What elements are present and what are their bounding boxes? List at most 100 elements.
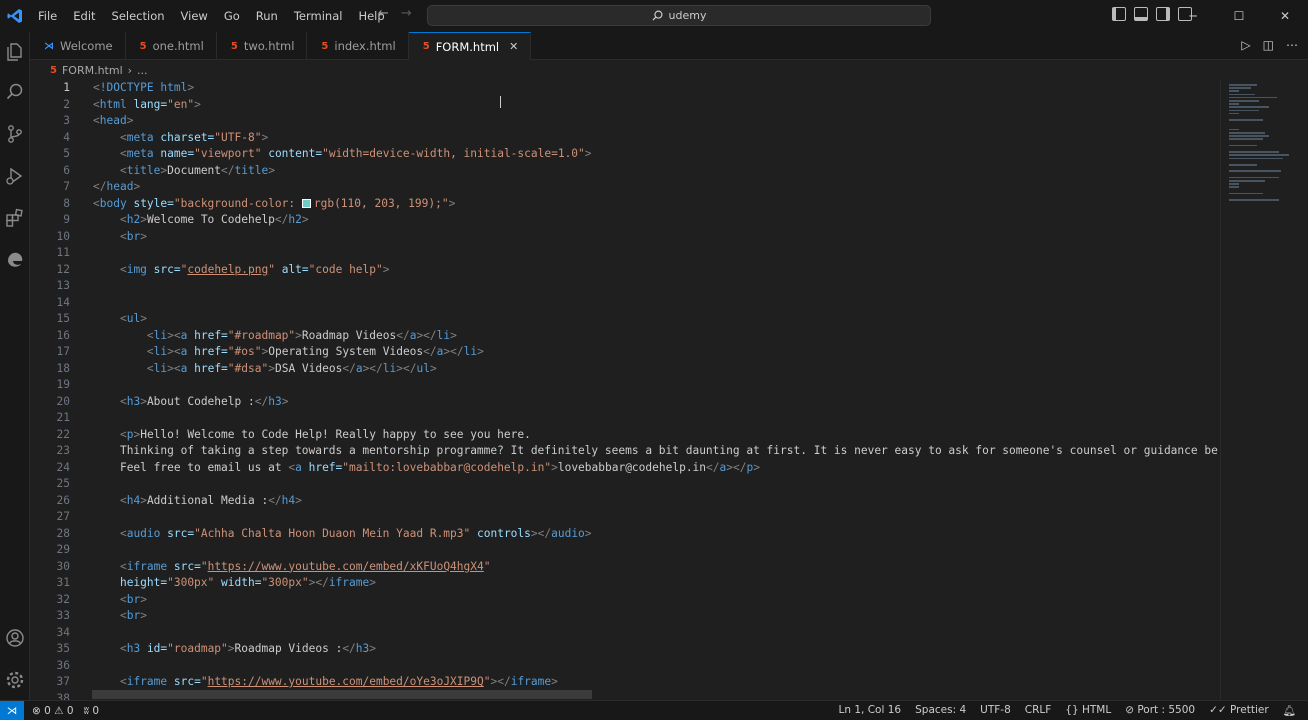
code-line: 6 <title>Document</title> xyxy=(63,163,275,177)
minimap-line xyxy=(1229,90,1239,92)
code-line: 11 xyxy=(56,246,70,259)
split-editor-icon[interactable]: ◫ xyxy=(1263,38,1274,52)
code-line: 8 <body style="background-color: rgb(110,… xyxy=(63,196,456,210)
extensions-icon[interactable] xyxy=(0,198,30,238)
code-line: 12 <img src="codehelp.png" alt="code hel… xyxy=(56,262,390,276)
minimap-line xyxy=(1229,164,1257,166)
menu-bar: File Edit Selection View Go Run Terminal… xyxy=(30,0,393,32)
toggle-panel-icon[interactable] xyxy=(1134,7,1148,21)
code-line: 35 <h3 id="roadmap">Roadmap Videos :</h3… xyxy=(56,642,377,655)
close-window-icon[interactable]: ✕ xyxy=(1262,0,1308,32)
code-line: 17 <li><a href="#os">Operating System Vi… xyxy=(56,345,484,358)
close-tab-icon[interactable]: ✕ xyxy=(509,40,518,53)
code-line: 30 <iframe src="https://www.youtube.com/… xyxy=(56,559,491,573)
back-arrow-icon[interactable]: ← xyxy=(378,6,389,21)
chevron-right-icon: › xyxy=(127,63,133,77)
manage-gear-icon[interactable] xyxy=(0,660,30,700)
tab-label: Welcome xyxy=(60,39,113,53)
code-line: 13 xyxy=(56,279,70,292)
search-sidebar-icon[interactable] xyxy=(0,72,30,112)
editor-actions: ▷ ◫ ⋯ xyxy=(1241,38,1298,52)
tab-welcome[interactable]: ⋊ Welcome xyxy=(30,32,126,60)
tab-index-html[interactable]: 5 index.html xyxy=(307,32,409,60)
code-line: 22 <p>Hello! Welcome to Code Help! Reall… xyxy=(56,427,531,441)
code-line: 2 <html lang="en"> xyxy=(63,97,201,111)
menu-view[interactable]: View xyxy=(173,9,216,23)
code-line: 5 <meta name="viewport" content="width=d… xyxy=(63,147,592,160)
minimap-line xyxy=(1229,135,1269,137)
title-bar: File Edit Selection View Go Run Terminal… xyxy=(0,0,1308,32)
code-line: 16 <li><a href="#roadmap">Roadmap Videos… xyxy=(56,328,457,342)
menu-file[interactable]: File xyxy=(30,9,65,23)
code-line: 3 <head> xyxy=(63,114,134,127)
code-line: 9 <h2>Welcome To Codehelp</h2> xyxy=(63,213,309,226)
minimap-line xyxy=(1229,138,1263,140)
source-control-icon[interactable] xyxy=(0,114,30,154)
code-editor[interactable]: 1 <!DOCTYPE html> 2 <html lang="en"> 3 <hea… xyxy=(30,80,1220,700)
code-line: 18 <li><a href="#dsa">DSA Videos</a></li… xyxy=(56,361,437,375)
live-server-port[interactable]: ⊘ Port : 5500 xyxy=(1125,704,1195,717)
edge-browser-icon[interactable] xyxy=(0,240,30,280)
cursor-position[interactable]: Ln 1, Col 16 xyxy=(839,704,902,717)
minimap-line xyxy=(1229,199,1279,201)
prettier-status[interactable]: ✓✓ Prettier xyxy=(1209,704,1269,717)
code-line: 20 <h3>About Codehelp :</h3> xyxy=(56,394,289,408)
minimap[interactable] xyxy=(1220,80,1300,700)
accounts-icon[interactable] xyxy=(0,618,30,658)
tab-one-html[interactable]: 5 one.html xyxy=(126,32,217,60)
html5-icon: 5 xyxy=(50,64,57,76)
status-bar: ⋊ ⊗ 0 ⚠ 0 ʬ 0 Ln 1, Col 16 Spaces: 4 UTF… xyxy=(0,700,1308,720)
html5-icon: 5 xyxy=(230,40,238,52)
run-icon[interactable]: ▷ xyxy=(1241,38,1250,52)
minimap-line xyxy=(1229,154,1289,156)
minimap-line xyxy=(1229,176,1279,179)
minimap-line xyxy=(1229,87,1251,89)
minimap-line xyxy=(1229,186,1239,188)
breadcrumb-rest[interactable]: ... xyxy=(137,64,148,77)
forward-arrow-icon[interactable]: → xyxy=(401,6,412,21)
menu-terminal[interactable]: Terminal xyxy=(286,9,351,23)
code-line: 33 <br> xyxy=(56,609,147,622)
minimap-line xyxy=(1229,93,1255,96)
menu-selection[interactable]: Selection xyxy=(104,9,173,23)
problems-indicator[interactable]: ⊗ 0 ⚠ 0 xyxy=(32,705,74,717)
minimap-line xyxy=(1229,119,1263,121)
remote-indicator-icon[interactable]: ⋊ xyxy=(0,700,24,720)
html5-icon: 5 xyxy=(139,40,147,52)
code-line: 34 xyxy=(56,625,70,639)
navigation-arrows: ← → xyxy=(378,6,412,21)
code-line: 14 xyxy=(56,295,70,309)
vscode-logo-icon xyxy=(0,0,30,32)
breadcrumb: 5 FORM.html › ... xyxy=(30,60,1308,80)
horizontal-scrollbar[interactable] xyxy=(92,690,592,699)
more-actions-icon[interactable]: ⋯ xyxy=(1286,38,1298,52)
explorer-icon[interactable] xyxy=(0,32,30,72)
vscode-icon: ⋊ xyxy=(44,40,54,52)
command-center-search[interactable]: udemy xyxy=(427,5,931,26)
encoding[interactable]: UTF-8 xyxy=(980,704,1011,717)
menu-edit[interactable]: Edit xyxy=(65,9,103,23)
end-of-line[interactable]: CRLF xyxy=(1025,704,1052,717)
language-mode[interactable]: {} HTML xyxy=(1065,704,1111,717)
code-line: 19 xyxy=(56,378,70,391)
minimize-icon[interactable]: ─ xyxy=(1170,0,1216,32)
menu-run[interactable]: Run xyxy=(248,9,286,23)
indentation[interactable]: Spaces: 4 xyxy=(915,704,966,717)
code-line: 1 <!DOCTYPE html> xyxy=(30,80,1220,97)
toggle-secondary-sidebar-icon[interactable] xyxy=(1156,7,1170,21)
color-swatch[interactable] xyxy=(301,198,311,208)
maximize-icon[interactable]: ☐ xyxy=(1216,0,1262,32)
activity-bar xyxy=(0,32,30,700)
minimap-line xyxy=(1229,109,1259,112)
menu-go[interactable]: Go xyxy=(216,9,248,23)
run-debug-icon[interactable] xyxy=(0,156,30,196)
tab-two-html[interactable]: 5 two.html xyxy=(217,32,308,60)
window-controls: ─ ☐ ✕ xyxy=(1170,0,1308,32)
notifications-bell-icon[interactable]: 🔔︎ xyxy=(1283,704,1296,717)
breadcrumb-file[interactable]: FORM.html xyxy=(62,64,123,77)
toggle-primary-sidebar-icon[interactable] xyxy=(1112,7,1126,21)
minimap-line xyxy=(1229,96,1277,99)
ports-indicator[interactable]: ʬ 0 xyxy=(84,705,99,717)
tab-form-html[interactable]: 5 FORM.html ✕ xyxy=(408,32,532,60)
minimap-line xyxy=(1229,183,1239,185)
